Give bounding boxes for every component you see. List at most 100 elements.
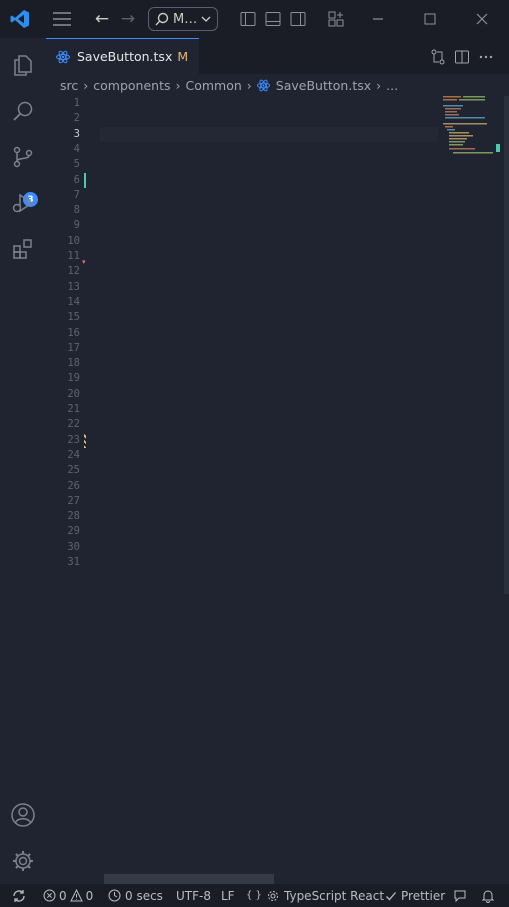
search-icon (155, 12, 169, 26)
git-modified-marker (84, 172, 86, 188)
breadcrumb: src › components › Common › SaveButton.t… (46, 74, 509, 96)
braces-indicator[interactable]: { } (246, 884, 262, 907)
line-number: 5 (73, 158, 80, 171)
time-label: 0 secs (125, 888, 163, 903)
react-file-icon (56, 50, 70, 63)
run-debug-icon[interactable] (0, 180, 46, 226)
sync-icon[interactable] (12, 884, 26, 907)
error-count: 0 (59, 888, 67, 903)
toggle-primary-sidebar-icon[interactable] (240, 11, 256, 27)
maximize-icon[interactable] (422, 11, 438, 27)
line-number: 15 (67, 311, 80, 324)
settings-small-icon (268, 890, 278, 901)
line-number: 29 (67, 525, 80, 538)
warning-count: 0 (85, 888, 94, 903)
line-number: 19 (67, 372, 80, 385)
language-mode[interactable]: TypeScript React (267, 884, 384, 907)
fold-arrow-icon[interactable]: ▾ (82, 258, 88, 266)
breadcrumb-file[interactable]: SaveButton.tsx (276, 78, 371, 93)
search-label: M… (173, 11, 198, 27)
line-number: 30 (67, 540, 80, 553)
breadcrumb-components[interactable]: components (93, 78, 170, 93)
minimap[interactable] (441, 96, 499, 156)
chevron-right-icon: › (175, 77, 181, 93)
line-number: 7 (73, 188, 80, 201)
line-number: 21 (67, 403, 80, 415)
extensions-icon[interactable] (0, 226, 46, 272)
language-label: TypeScript React (284, 888, 385, 903)
warning-icon (69, 889, 83, 902)
tab-modified-status: M (177, 49, 189, 64)
split-editor-icon[interactable] (454, 49, 470, 65)
eol-indicator[interactable]: LF (221, 884, 235, 907)
feedback-icon[interactable] (453, 884, 467, 907)
more-actions-icon[interactable] (478, 49, 494, 65)
horizontal-scrollbar[interactable] (104, 874, 274, 884)
line-number: 1 (73, 97, 80, 109)
vertical-scrollbar[interactable] (494, 96, 509, 884)
toggle-secondary-sidebar-icon[interactable] (290, 11, 306, 27)
check-icon (386, 891, 396, 900)
toggle-panel-icon[interactable] (265, 11, 281, 27)
scroll-marker (504, 96, 509, 594)
line-number: 3 (73, 127, 80, 140)
forward-arrow-icon[interactable]: → (118, 8, 138, 30)
line-number: 6 (73, 173, 80, 186)
line-number: 12 (67, 265, 80, 278)
current-line-highlight (100, 126, 438, 142)
time-indicator[interactable]: 0 secs (108, 884, 163, 907)
line-number: 2 (73, 112, 80, 125)
title-bar: ← → M… (0, 0, 509, 38)
source-control-icon[interactable] (0, 134, 46, 180)
line-number: 23 (67, 433, 80, 446)
minimize-icon[interactable] (370, 11, 386, 27)
vscode-logo-icon (10, 9, 30, 29)
line-number: 24 (67, 448, 80, 461)
line-number: 28 (67, 510, 80, 523)
line-number: 22 (67, 418, 80, 431)
clock-icon (108, 889, 121, 902)
breadcrumb-symbol[interactable]: ... (386, 78, 398, 93)
notifications-bell-icon[interactable] (481, 884, 495, 907)
breadcrumb-src[interactable]: src (60, 78, 78, 93)
editor-tabs: SaveButton.tsx M (46, 38, 509, 74)
line-number: 27 (67, 494, 80, 507)
line-number: 9 (73, 219, 80, 232)
line-number: 26 (67, 479, 80, 492)
prettier-label: Prettier (401, 888, 446, 903)
search-icon[interactable] (0, 88, 46, 134)
line-number: 11 (67, 250, 80, 262)
customize-layout-icon[interactable] (328, 11, 344, 27)
account-icon[interactable] (0, 792, 46, 838)
line-number: 17 (67, 341, 80, 354)
line-number: 16 (67, 326, 80, 339)
line-number: 31 (67, 556, 80, 568)
error-icon (43, 889, 56, 902)
scroll-marker (496, 144, 500, 152)
react-file-icon (256, 79, 270, 91)
line-number: 10 (67, 234, 80, 247)
code-editor[interactable]: 1 2 3 4 5 6 7 8 9 10 11 12 13 14 15 16 17 18 19 20 21 22 23 24 2… (46, 96, 509, 884)
chevron-right-icon: › (83, 77, 89, 93)
line-number: 8 (73, 204, 80, 217)
chevron-right-icon: › (246, 77, 252, 93)
back-arrow-icon[interactable]: ← (92, 8, 112, 30)
activity-bar: 3 (0, 38, 46, 884)
menu-icon[interactable] (52, 10, 72, 28)
problems-indicator[interactable]: 0 0 (43, 884, 93, 907)
prettier-indicator[interactable]: Prettier (385, 884, 445, 907)
compare-changes-icon[interactable] (430, 49, 446, 65)
encoding-indicator[interactable]: UTF-8 (176, 884, 211, 907)
explorer-icon[interactable] (0, 42, 46, 88)
line-number: 20 (67, 387, 80, 400)
command-center-search[interactable]: M… (148, 7, 218, 31)
line-number: 4 (73, 142, 80, 155)
close-icon[interactable] (474, 11, 490, 27)
breadcrumb-common[interactable]: Common (185, 78, 241, 93)
chevron-right-icon: › (376, 77, 382, 93)
line-number: 18 (67, 357, 80, 370)
settings-gear-icon[interactable] (0, 838, 46, 884)
git-modified-marker (84, 432, 86, 448)
tab-savebutton[interactable]: SaveButton.tsx M (46, 38, 199, 74)
tab-label: SaveButton.tsx (77, 49, 173, 64)
